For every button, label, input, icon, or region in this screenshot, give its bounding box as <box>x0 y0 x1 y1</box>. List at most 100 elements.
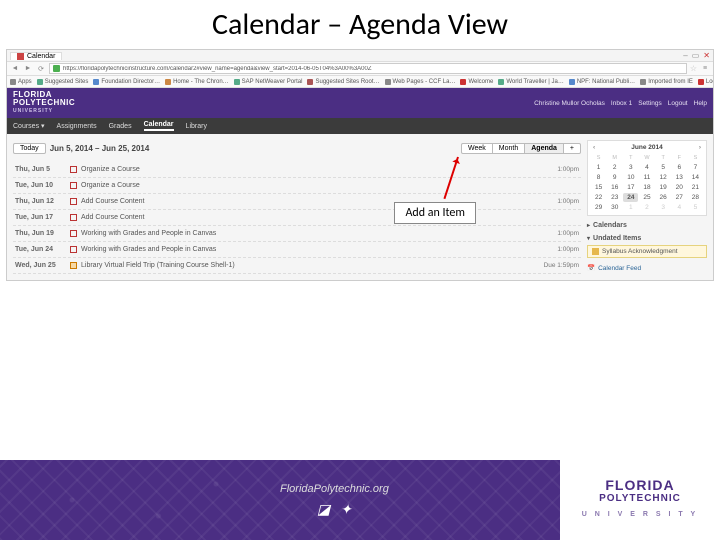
calendar-day[interactable]: 2 <box>607 163 622 172</box>
calendar-day[interactable]: 2 <box>639 203 654 212</box>
calendar-day[interactable]: 23 <box>607 193 622 202</box>
calendar-day[interactable]: 3 <box>656 203 671 212</box>
undated-section: ▾Undated Items Syllabus Acknowledgment 📅… <box>587 235 707 272</box>
calendar-day[interactable]: 13 <box>672 173 687 182</box>
agenda-row[interactable]: Tue, Jun 10Organize a Course <box>13 178 581 194</box>
maximize-icon[interactable]: ▭ <box>692 51 700 60</box>
mini-calendar-grid[interactable]: SMTWTFS123456789101112131415161718192021… <box>591 154 703 212</box>
bookmark-label: Suggested Sites Root… <box>315 79 379 85</box>
calendar-day[interactable]: 24 <box>623 193 638 202</box>
user-menu-item[interactable]: Help <box>694 100 707 107</box>
undated-header[interactable]: ▾Undated Items <box>587 235 707 242</box>
menu-icon[interactable]: ≡ <box>700 64 710 74</box>
user-menu-item[interactable]: Inbox 1 <box>611 100 632 107</box>
calendar-day[interactable]: 15 <box>591 183 606 192</box>
nav-item[interactable]: Library <box>186 123 207 130</box>
view-tab-week[interactable]: Week <box>461 143 493 154</box>
calendar-day[interactable]: 25 <box>639 193 654 202</box>
calendar-day[interactable]: 19 <box>656 183 671 192</box>
back-button[interactable]: ◄ <box>10 64 20 74</box>
view-tab-agenda[interactable]: Agenda <box>525 143 564 154</box>
calendar-day[interactable]: 26 <box>656 193 671 202</box>
calendar-day[interactable]: 30 <box>607 203 622 212</box>
close-icon[interactable]: ✕ <box>703 51 710 60</box>
bookmark-item[interactable]: Home - The Chron… <box>165 79 229 85</box>
calendar-day[interactable]: 10 <box>623 173 638 182</box>
calendar-day[interactable]: 9 <box>607 173 622 182</box>
undated-item[interactable]: Syllabus Acknowledgment <box>587 245 707 258</box>
agenda-row[interactable]: Thu, Jun 19Working with Grades and Peopl… <box>13 226 581 242</box>
bookmark-item[interactable]: Foundation Director… <box>93 79 160 85</box>
calendar-day[interactable]: 12 <box>656 173 671 182</box>
calendar-day[interactable]: 5 <box>688 203 703 212</box>
bookmark-item[interactable]: Suggested Sites <box>37 79 89 85</box>
next-month-button[interactable]: › <box>697 144 703 151</box>
bookmark-favicon-icon <box>234 79 240 85</box>
agenda-date: Thu, Jun 12 <box>15 198 70 205</box>
calendar-day[interactable]: 6 <box>672 163 687 172</box>
weekday-header: M <box>607 154 622 162</box>
calendar-day[interactable]: 28 <box>688 193 703 202</box>
calendar-day[interactable]: 1 <box>591 163 606 172</box>
calendar-day[interactable]: 14 <box>688 173 703 182</box>
bookmark-item[interactable]: SAP NetWeaver Portal <box>234 79 303 85</box>
calendars-section: ▸Calendars <box>587 222 707 229</box>
minimize-icon[interactable]: – <box>683 51 687 60</box>
bookmark-item[interactable]: World Traveller | Ja… <box>498 79 563 85</box>
forward-button[interactable]: ► <box>23 64 33 74</box>
calendar-day[interactable]: 5 <box>656 163 671 172</box>
url-field[interactable]: https://floridapolytechnicinstructure.co… <box>49 63 687 74</box>
facebook-icon: ◪ <box>317 501 330 518</box>
bookmark-item[interactable]: Welcome <box>460 79 493 85</box>
prev-month-button[interactable]: ‹ <box>591 144 597 151</box>
today-button[interactable]: Today <box>13 143 46 154</box>
user-menu-item[interactable]: Settings <box>638 100 662 107</box>
calendar-day[interactable]: 8 <box>591 173 606 182</box>
calendar-day[interactable]: 11 <box>639 173 654 182</box>
nav-item[interactable]: Assignments <box>57 123 97 130</box>
calendar-day[interactable]: 1 <box>623 203 638 212</box>
agenda-row[interactable]: Thu, Jun 5Organize a Course1:00pm <box>13 162 581 178</box>
nav-item[interactable]: Calendar <box>144 121 174 131</box>
bookmark-star-icon[interactable]: ☆ <box>690 64 697 73</box>
agenda-row[interactable]: Wed, Jun 25Library Virtual Field Trip (T… <box>13 258 581 274</box>
browser-tab[interactable]: Calendar <box>10 52 62 60</box>
event-icon <box>70 198 77 205</box>
calendar-day[interactable]: 7 <box>688 163 703 172</box>
bookmark-item[interactable]: Imported from IE <box>640 79 693 85</box>
agenda-row[interactable]: Tue, Jun 24Working with Grades and Peopl… <box>13 242 581 258</box>
agenda-row[interactable]: Tue, Jun 17Add Course Content <box>13 210 581 226</box>
agenda-row[interactable]: Thu, Jun 12Add Course Content1:00pm <box>13 194 581 210</box>
bookmark-item[interactable]: Suggested Sites Root… <box>307 79 379 85</box>
agenda-event: Working with Grades and People in Canvas <box>70 230 519 237</box>
nav-item[interactable]: Courses ▾ <box>13 122 45 130</box>
user-menu-item[interactable]: Logout <box>668 100 688 107</box>
calendar-day[interactable]: 22 <box>591 193 606 202</box>
calendar-day[interactable]: 20 <box>672 183 687 192</box>
user-menu-item[interactable]: Christine Mullor Ocholas <box>534 100 605 107</box>
calendar-day[interactable]: 4 <box>672 203 687 212</box>
calendar-day[interactable]: 29 <box>591 203 606 212</box>
agenda-event: Working with Grades and People in Canvas <box>70 246 519 253</box>
calendar-day[interactable]: 17 <box>623 183 638 192</box>
tab-title: Calendar <box>27 53 55 60</box>
calendars-header[interactable]: ▸Calendars <box>587 222 707 229</box>
bookmark-item[interactable]: Web Pages - CCF La… <box>385 79 456 85</box>
bookmark-item[interactable]: NPF: National Publi… <box>569 79 635 85</box>
calendar-day[interactable]: 18 <box>639 183 654 192</box>
reload-button[interactable]: ⟳ <box>36 64 46 74</box>
add-item-button[interactable]: + <box>564 143 581 154</box>
calendar-day[interactable]: 16 <box>607 183 622 192</box>
calendar-day[interactable]: 4 <box>639 163 654 172</box>
calendar-day[interactable]: 27 <box>672 193 687 202</box>
calendar-feed-link[interactable]: 📅 Calendar Feed <box>587 264 707 272</box>
event-title: Organize a Course <box>81 182 140 189</box>
bookmark-item[interactable]: Log In to Canvas <box>698 79 713 85</box>
calendar-day[interactable]: 21 <box>688 183 703 192</box>
view-tab-month[interactable]: Month <box>493 143 525 154</box>
bookmark-item[interactable]: Apps <box>10 79 32 85</box>
event-icon <box>70 230 77 237</box>
window-controls: – ▭ ✕ <box>683 51 710 60</box>
calendar-day[interactable]: 3 <box>623 163 638 172</box>
nav-item[interactable]: Grades <box>109 123 132 130</box>
